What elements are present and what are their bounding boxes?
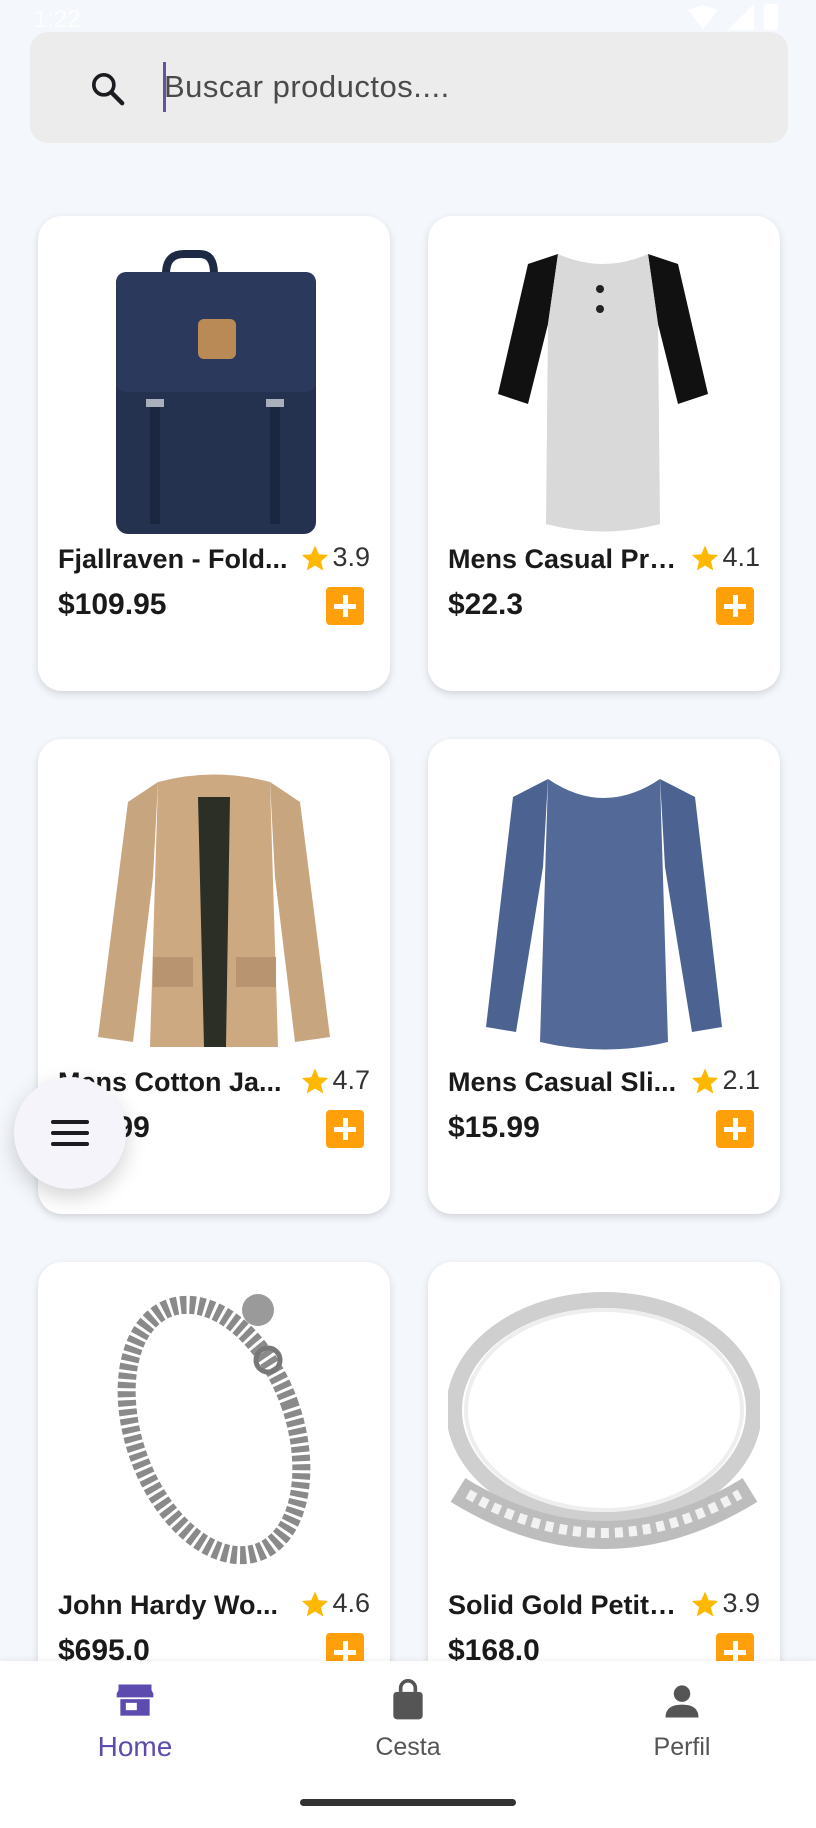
nav-profile-label: Perfil [653,1733,711,1761]
product-image-backpack[interactable] [58,234,370,546]
backpack-image [116,250,316,534]
product-image-raglan-shirt[interactable] [448,234,760,546]
product-price: $15.99 [448,1111,540,1144]
rating-value: 4.6 [332,1588,370,1618]
product-card[interactable]: Fjallraven - Fold... 3.9 $109.95 [38,216,390,691]
nav-home[interactable]: Home [35,1679,235,1779]
product-image-long-sleeve-shirt[interactable] [448,757,760,1069]
signal-icon [728,4,754,30]
product-title: Mens Casual Pre... [448,544,684,574]
nav-cart[interactable]: Cesta [308,1679,508,1779]
star-icon [692,1068,719,1093]
raglan-shirt-image [498,254,708,532]
product-title: Fjallraven - Fold... [58,544,288,574]
wifi-icon [688,5,718,29]
product-title: John Hardy Wo... [58,1590,279,1620]
rating-value: 3.9 [332,542,370,572]
product-title: Mens Casual Sli... [448,1067,677,1097]
search-input[interactable] [164,59,764,115]
product-rating: 4.1 [690,542,760,573]
nav-home-label: Home [97,1731,173,1762]
product-title: Solid Gold Petite... [448,1590,684,1620]
product-rating: 3.9 [300,542,370,573]
gold-ring-image [448,1292,760,1549]
long-sleeve-shirt-image [486,779,722,1050]
rating-value: 3.9 [722,1588,760,1618]
product-price: $109.95 [58,588,167,621]
star-icon [302,1591,329,1616]
search-icon[interactable] [88,69,128,109]
status-icons [688,4,778,30]
product-image-chain-bracelet[interactable] [58,1280,370,1592]
status-bar: 1:22 [0,0,816,33]
rating-value: 4.1 [722,542,760,572]
add-to-cart-button[interactable] [326,587,364,625]
star-icon [302,1068,329,1093]
chain-bracelet-image [117,1294,311,1565]
hamburger-icon [51,1120,89,1146]
star-icon [302,545,329,570]
status-time: 1:22 [34,6,81,33]
add-to-cart-button[interactable] [716,1110,754,1148]
nav-profile[interactable]: Perfil [582,1679,782,1779]
star-icon [692,545,719,570]
cotton-jacket-image [98,774,330,1047]
product-price: $22.3 [448,588,524,621]
store-icon [116,1684,154,1716]
person-icon [665,1685,699,1718]
product-rating: 2.1 [690,1065,760,1096]
product-card[interactable]: Mens Casual Sli... 2.1 $15.99 [428,739,780,1214]
product-rating: 4.7 [300,1065,370,1096]
product-card[interactable]: Mens Casual Pre... 4.1 $22.3 [428,216,780,691]
rating-value: 2.1 [722,1065,760,1095]
star-icon [692,1591,719,1616]
product-image-cotton-jacket[interactable] [58,757,370,1069]
home-indicator[interactable] [300,1799,516,1806]
search-bar[interactable] [30,32,788,143]
shopping-bag-icon [393,1679,423,1720]
rating-value: 4.7 [332,1065,370,1095]
menu-button[interactable] [14,1077,126,1189]
product-rating: 4.6 [300,1588,370,1619]
add-to-cart-button[interactable] [716,587,754,625]
nav-cart-label: Cesta [375,1733,441,1761]
add-to-cart-button[interactable] [326,1110,364,1148]
product-image-gold-ring[interactable] [448,1280,760,1592]
battery-icon [764,4,778,30]
product-rating: 3.9 [690,1588,760,1619]
